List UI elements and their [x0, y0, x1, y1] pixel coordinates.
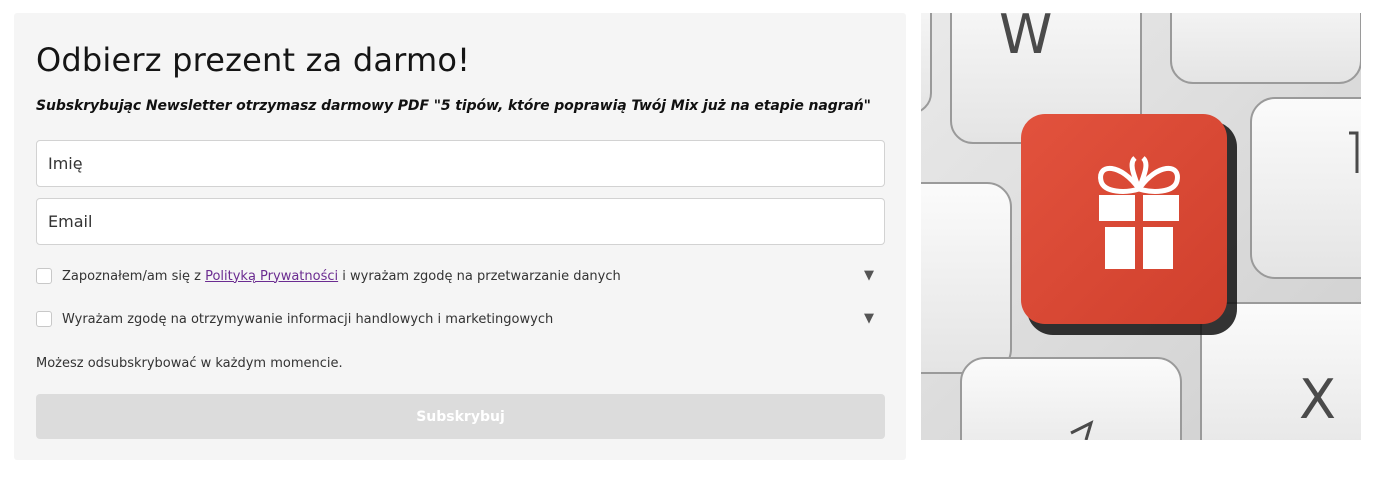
gift-key-keyboard-image: W X [921, 13, 1361, 440]
privacy-consent-label: Zapoznałem/am się z Polityką Prywatności… [62, 268, 621, 284]
privacy-policy-link[interactable]: Polityką Prywatności [205, 269, 338, 284]
key-label-w: W [999, 13, 1052, 66]
name-input[interactable] [36, 140, 885, 187]
subscribe-button[interactable]: Subskrybuj [36, 394, 885, 439]
triangle-down-icon[interactable]: ▼ [862, 311, 876, 326]
unsubscribe-note: Możesz odsubskrybować w każdym momencie. [36, 356, 343, 371]
privacy-consent-row: Zapoznałem/am się z Polityką Prywatności… [36, 265, 876, 287]
newsletter-form-card: Odbierz prezent za darmo! Subskrybując N… [14, 13, 906, 460]
email-input[interactable] [36, 198, 885, 245]
form-subtitle: Subskrybując Newsletter otrzymasz darmow… [36, 98, 871, 114]
privacy-consent-checkbox[interactable] [36, 268, 52, 284]
key-label-x: X [1299, 368, 1336, 431]
marketing-consent-row: Wyrażam zgodę na otrzymywanie informacji… [36, 308, 876, 330]
form-title: Odbierz prezent za darmo! [36, 41, 471, 79]
marketing-consent-checkbox[interactable] [36, 311, 52, 327]
triangle-down-icon[interactable]: ▼ [862, 268, 876, 283]
marketing-consent-label: Wyrażam zgodę na otrzymywanie informacji… [62, 311, 554, 327]
